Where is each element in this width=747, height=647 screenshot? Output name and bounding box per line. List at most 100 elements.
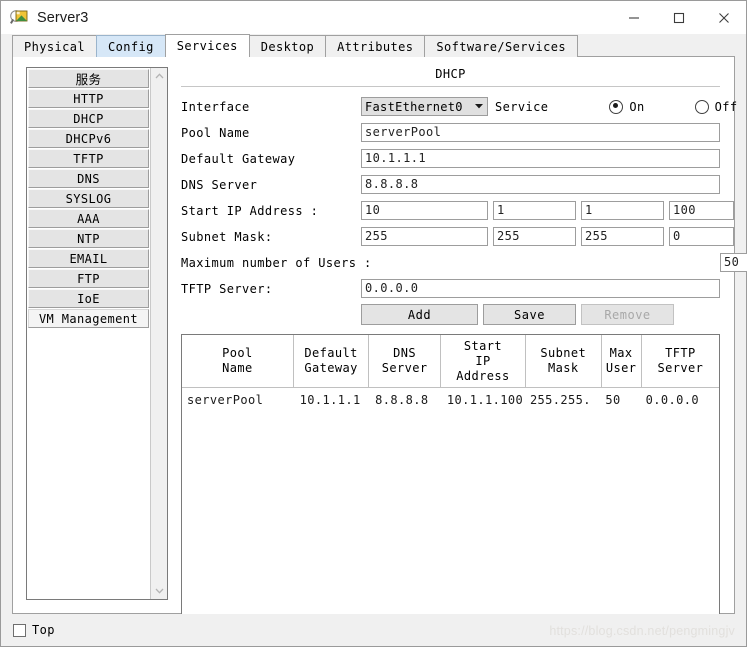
services-panel: 服务 HTTP DHCP DHCPv6 TFTP DNS SYSLOG AAA … <box>12 57 747 621</box>
tftp-server-label: TFTP Server: <box>181 281 273 296</box>
dhcp-config-pane: DHCP Interface FastEthernet0 Service On <box>181 67 747 621</box>
interface-dropdown[interactable]: FastEthernet0 <box>361 97 488 116</box>
tab-config[interactable]: Config <box>96 35 166 57</box>
header-line: Start <box>463 338 503 353</box>
interface-value: FastEthernet0 <box>365 99 463 114</box>
sidebar-item-dhcpv6[interactable]: DHCPv6 <box>28 129 149 148</box>
table-header-row: Pool Name Default Gateway DNS Server Sta… <box>182 335 719 388</box>
header-line: Default <box>304 346 358 360</box>
cell-dns-server: 8.8.8.8 <box>375 393 429 407</box>
header-line: Server <box>657 361 704 375</box>
header-line: TFTP <box>665 346 696 360</box>
col-header-default-gateway: Default Gateway <box>294 335 370 387</box>
header-line: DNS <box>393 346 417 360</box>
packet-tracer-server-icon <box>10 9 28 27</box>
dns-server-input[interactable]: 8.8.8.8 <box>361 175 720 194</box>
cell-tftp-server: 0.0.0.0 <box>645 393 700 407</box>
server-window: Server3 Physical Config Services Desktop… <box>0 0 747 647</box>
top-checkbox[interactable] <box>13 623 26 637</box>
window-title: Server3 <box>37 9 89 26</box>
header-line: Gateway <box>304 361 358 375</box>
service-off-radio[interactable]: Off <box>694 99 738 114</box>
header-line: Server <box>381 361 428 375</box>
tab-services[interactable]: Services <box>164 34 250 57</box>
heading-divider <box>181 86 720 87</box>
dhcp-heading: DHCP <box>435 67 466 81</box>
service-on-radio[interactable]: On <box>609 99 644 114</box>
pool-name-input[interactable]: serverPool <box>361 123 720 142</box>
close-icon[interactable] <box>701 1 746 34</box>
interface-label: Interface <box>181 99 250 114</box>
tab-software-services[interactable]: Software/Services <box>424 35 578 57</box>
service-label: Service <box>495 99 549 114</box>
footer-bar: Top https://blog.csdn.net/pengmingjv <box>1 614 746 646</box>
subnet-mask-octet-3[interactable]: 255 <box>581 227 664 246</box>
title-bar: Server3 <box>1 1 746 34</box>
sidebar-item-http[interactable]: HTTP <box>28 89 149 108</box>
sidebar-item-tftp[interactable]: TFTP <box>28 149 149 168</box>
remove-button: Remove <box>581 304 674 325</box>
header-line: Name <box>222 361 253 375</box>
sidebar-item-syslog[interactable]: SYSLOG <box>28 189 149 208</box>
minimize-icon[interactable] <box>611 1 656 34</box>
default-gateway-input[interactable]: 10.1.1.1 <box>361 149 720 168</box>
header-line: Address <box>456 368 510 383</box>
default-gateway-row: Default Gateway 10.1.1.1 <box>181 148 720 169</box>
subnet-mask-label: Subnet Mask: <box>181 229 273 244</box>
table-row[interactable]: serverPool 10.1.1.1 8.8.8.8 10.1.1.100 2… <box>182 388 719 412</box>
service-list: 服务 HTTP DHCP DHCPv6 TFTP DNS SYSLOG AAA … <box>27 68 150 599</box>
save-button[interactable]: Save <box>483 304 576 325</box>
start-ip-row: Start IP Address : 10 1 1 100 <box>181 200 734 221</box>
start-ip-octet-2[interactable]: 1 <box>493 201 576 220</box>
tab-desktop[interactable]: Desktop <box>248 35 327 57</box>
header-line: User <box>605 361 637 375</box>
radio-on-icon <box>609 99 624 114</box>
start-ip-label: Start IP Address : <box>181 203 319 218</box>
add-button[interactable]: Add <box>361 304 478 325</box>
tab-physical[interactable]: Physical <box>12 35 97 57</box>
header-line: IP <box>475 353 491 368</box>
maximize-icon[interactable] <box>656 1 701 34</box>
col-header-subnet-mask: Subnet Mask <box>526 335 602 387</box>
tab-bar: Physical Config Services Desktop Attribu… <box>1 34 746 57</box>
sidebar-item-vm-management[interactable]: VM Management <box>28 309 149 328</box>
sidebar-item-ioe[interactable]: IoE <box>28 289 149 308</box>
cell-subnet-mask: 255.255. ··· <box>529 393 601 407</box>
max-users-label: Maximum number of Users : <box>181 255 372 270</box>
col-header-start-ip-address: Start IP Address <box>441 335 526 387</box>
col-header-tftp-server: TFTP Server <box>642 335 719 387</box>
pool-name-label: Pool Name <box>181 125 250 140</box>
subnet-mask-octet-1[interactable]: 255 <box>361 227 488 246</box>
pool-name-row: Pool Name serverPool <box>181 122 720 143</box>
sidebar-item-dhcp[interactable]: DHCP <box>28 109 149 128</box>
scroll-up-icon[interactable] <box>151 68 167 84</box>
tab-attributes[interactable]: Attributes <box>325 35 426 57</box>
header-line: Max <box>609 346 633 360</box>
default-gateway-label: Default Gateway <box>181 151 296 166</box>
sidebar-item-email[interactable]: EMAIL <box>28 249 149 268</box>
interface-row: Interface FastEthernet0 Service On Off <box>181 96 737 117</box>
cell-start-ip-address: 10.1.1.100 <box>446 393 524 407</box>
sidebar-item-aaa[interactable]: AAA <box>28 209 149 228</box>
window-controls <box>611 1 746 34</box>
dns-server-row: DNS Server 8.8.8.8 <box>181 174 720 195</box>
subnet-mask-octet-4[interactable]: 0 <box>669 227 734 246</box>
sidebar-scrollbar[interactable] <box>150 68 167 599</box>
tftp-server-input[interactable]: 0.0.0.0 <box>361 279 720 298</box>
scroll-down-icon[interactable] <box>151 583 167 599</box>
max-users-input[interactable]: 50 <box>720 253 747 272</box>
subnet-mask-octet-2[interactable]: 255 <box>493 227 576 246</box>
sidebar-item-ntp[interactable]: NTP <box>28 229 149 248</box>
start-ip-octet-1[interactable]: 10 <box>361 201 488 220</box>
col-header-pool-name: Pool Name <box>182 335 294 387</box>
dhcp-pool-table: Pool Name Default Gateway DNS Server Sta… <box>181 334 720 621</box>
radio-off-icon <box>694 99 709 114</box>
start-ip-octet-4[interactable]: 100 <box>669 201 734 220</box>
sidebar-item-services-header[interactable]: 服务 <box>28 69 149 88</box>
header-line: Subnet <box>540 346 587 360</box>
max-users-row: Maximum number of Users : 50 <box>181 252 747 273</box>
start-ip-octet-3[interactable]: 1 <box>581 201 664 220</box>
sidebar-item-ftp[interactable]: FTP <box>28 269 149 288</box>
sidebar-item-dns[interactable]: DNS <box>28 169 149 188</box>
subnet-mask-row: Subnet Mask: 255 255 255 0 <box>181 226 734 247</box>
